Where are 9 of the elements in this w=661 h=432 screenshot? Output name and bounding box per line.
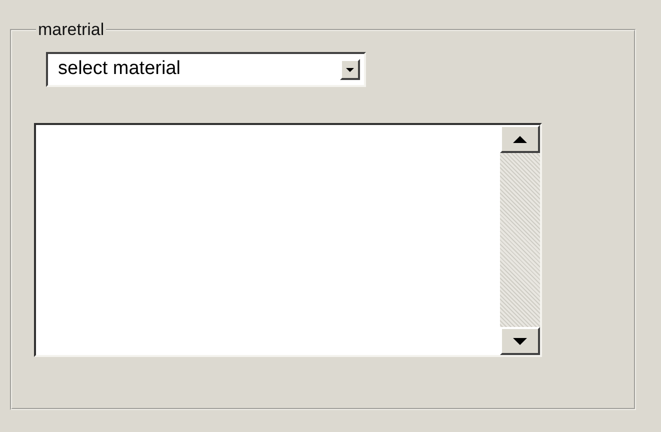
dropdown-button[interactable] — [340, 59, 360, 80]
group-title: maretrial — [37, 21, 106, 39]
arrow-down-icon — [513, 338, 527, 344]
arrow-up-icon — [513, 136, 527, 142]
scroll-up-button[interactable] — [500, 125, 540, 153]
material-dropdown[interactable]: select material — [46, 52, 366, 87]
caret-icon — [346, 68, 354, 72]
scroll-down-button[interactable] — [500, 327, 540, 355]
scrollbar-track[interactable] — [500, 125, 540, 355]
